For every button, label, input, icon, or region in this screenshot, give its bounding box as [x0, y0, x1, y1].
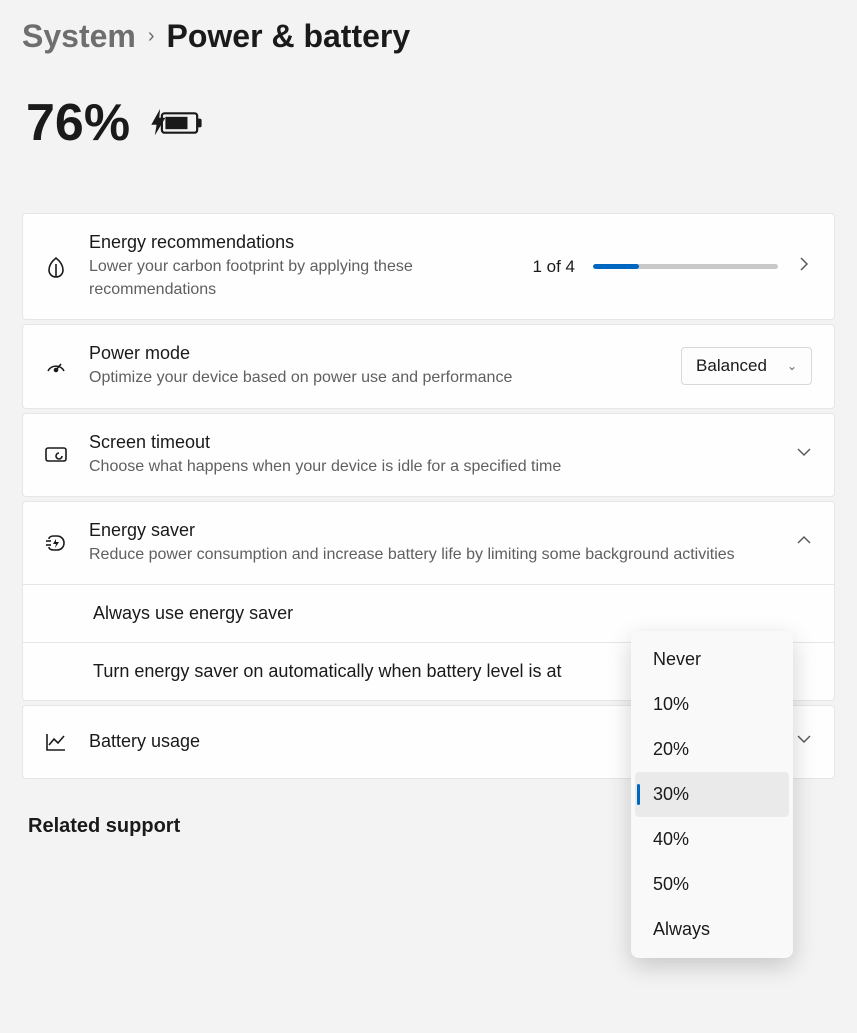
- row-title: Energy recommendations: [89, 232, 510, 253]
- row-text: Energy recommendations Lower your carbon…: [89, 232, 510, 301]
- popover-item[interactable]: 10%: [635, 682, 789, 727]
- energy-saver-row[interactable]: Energy saver Reduce power consumption an…: [22, 501, 835, 585]
- screen-timeout-row[interactable]: Screen timeout Choose what happens when …: [22, 413, 835, 497]
- row-title: Power mode: [89, 343, 659, 364]
- power-mode-row: Power mode Optimize your device based on…: [22, 324, 835, 408]
- breadcrumb-parent[interactable]: System: [22, 18, 136, 55]
- row-text: Energy saver Reduce power consumption an…: [89, 520, 774, 566]
- popover-item[interactable]: 40%: [635, 817, 789, 862]
- chart-icon: [45, 731, 67, 753]
- breadcrumb: System › Power & battery: [22, 18, 835, 55]
- row-right: [796, 444, 812, 465]
- chevron-up-icon: [796, 532, 812, 553]
- popover-item[interactable]: 20%: [635, 727, 789, 772]
- row-title: Energy saver: [89, 520, 774, 541]
- row-title: Screen timeout: [89, 432, 774, 453]
- chevron-right-icon: [796, 256, 812, 277]
- row-right: [796, 532, 812, 553]
- popover-item[interactable]: 30%: [635, 772, 789, 817]
- popover-item[interactable]: Never: [635, 637, 789, 682]
- popover-item[interactable]: 50%: [635, 862, 789, 907]
- row-right: Balanced ⌄: [681, 347, 812, 385]
- dropdown-value: Balanced: [696, 356, 767, 376]
- leaf-icon: [45, 256, 67, 278]
- chevron-down-icon: ⌄: [787, 359, 797, 373]
- row-subtitle: Reduce power consumption and increase ba…: [89, 543, 774, 566]
- popover-item[interactable]: Always: [635, 907, 789, 952]
- row-text: Always use energy saver: [93, 603, 740, 624]
- energy-recommendations-row[interactable]: Energy recommendations Lower your carbon…: [22, 213, 835, 320]
- row-subtitle: Lower your carbon footprint by applying …: [89, 255, 510, 301]
- row-subtitle: Optimize your device based on power use …: [89, 366, 659, 389]
- chevron-down-icon: [796, 731, 812, 752]
- gauge-icon: [45, 355, 67, 377]
- row-right: 1 of 4: [532, 256, 812, 277]
- row-text: Power mode Optimize your device based on…: [89, 343, 659, 389]
- energy-saver-icon: [45, 532, 67, 554]
- chevron-down-icon: [796, 444, 812, 465]
- battery-charging-icon: [146, 103, 206, 143]
- progress-label: 1 of 4: [532, 257, 575, 277]
- monitor-sleep-icon: [45, 444, 67, 466]
- row-right: [796, 731, 812, 752]
- row-title: Always use energy saver: [93, 603, 740, 624]
- progress-bar: [593, 264, 778, 269]
- progress-fill: [593, 264, 639, 269]
- power-mode-dropdown[interactable]: Balanced ⌄: [681, 347, 812, 385]
- battery-status: 76%: [26, 93, 835, 153]
- row-text: Screen timeout Choose what happens when …: [89, 432, 774, 478]
- battery-percent-value: 76%: [26, 93, 130, 153]
- row-subtitle: Choose what happens when your device is …: [89, 455, 774, 478]
- chevron-right-icon: ›: [148, 25, 155, 48]
- battery-level-popover: Never10%20%30%40%50%Always: [631, 631, 793, 958]
- page-title: Power & battery: [167, 18, 411, 55]
